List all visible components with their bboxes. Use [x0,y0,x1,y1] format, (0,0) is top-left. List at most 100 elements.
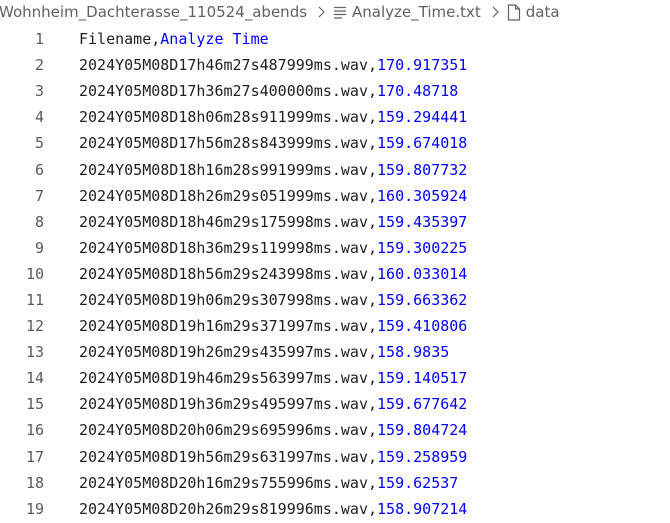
editor-line[interactable]: 19 2024Y05M08D20h26m29s819996ms.wav,158.9… [0,496,670,522]
time-value: 159.807732 [377,160,468,179]
line-number: 10 [25,264,44,283]
time-value: 159.435397 [377,212,468,231]
time-value: 170.917351 [377,56,468,75]
filename-text: 2024Y05M08D18h26m29s051999ms.wav, [79,186,378,205]
line-text: 2024Y05M08D19h16m29s371997ms.wav,159.410… [79,313,467,339]
editor-line[interactable]: 14 2024Y05M08D19h46m29s563997ms.wav,159.1… [0,365,670,391]
editor-line[interactable]: 8 2024Y05M08D18h46m29s175998ms.wav,159.43… [0,209,670,235]
line-number: 15 [25,395,44,414]
filename-text: 2024Y05M08D18h56m29s243998ms.wav, [79,264,378,283]
line-number: 14 [25,369,44,388]
line-number: 7 [34,186,44,205]
breadcrumb-symbol[interactable]: data [507,3,560,21]
document-icon [507,3,521,21]
editor-line[interactable]: 5 2024Y05M08D17h56m28s843999ms.wav,159.67… [0,130,670,156]
breadcrumb: Wohnheim_Dachterasse_110524_abends Analy… [0,0,670,24]
line-text: 2024Y05M08D19h06m29s307998ms.wav,159.663… [79,287,467,313]
line-text: 2024Y05M08D19h36m29s495997ms.wav,159.677… [79,391,467,417]
breadcrumb-file[interactable]: Analyze_Time.txt [333,3,481,21]
editor-line[interactable]: 16 2024Y05M08D20h06m29s695996ms.wav,159.8… [0,417,670,443]
filename-text: 2024Y05M08D18h36m29s119998ms.wav, [79,238,378,257]
time-value: 159.804724 [377,421,468,440]
filename-text: 2024Y05M08D19h26m29s435997ms.wav, [79,343,378,362]
line-text: 2024Y05M08D20h06m29s695996ms.wav,159.804… [79,417,467,443]
time-value: 160.033014 [377,264,468,283]
time-value: 158.9835 [377,343,450,362]
filename-text: 2024Y05M08D19h56m29s631997ms.wav, [79,447,378,466]
editor-line[interactable]: 10 2024Y05M08D18h56m29s243998ms.wav,160.0… [0,261,670,287]
editor-line[interactable]: 2 2024Y05M08D17h46m27s487999ms.wav,170.91… [0,52,670,78]
text-file-lines-icon [333,5,347,19]
filename-text: 2024Y05M08D20h06m29s695996ms.wav, [79,421,378,440]
breadcrumb-folder[interactable]: Wohnheim_Dachterasse_110524_abends [0,3,307,21]
chevron-right-icon [490,6,500,18]
editor-line[interactable]: 15 2024Y05M08D19h36m29s495997ms.wav,159.6… [0,391,670,417]
line-number: 19 [25,499,44,518]
line-number: 16 [25,421,44,440]
editor-line[interactable]: 6 2024Y05M08D18h16m28s991999ms.wav,159.80… [0,156,670,182]
line-number: 13 [25,343,44,362]
line-number: 5 [34,134,44,153]
editor-line[interactable]: 13 2024Y05M08D19h26m29s435997ms.wav,158.9… [0,339,670,365]
line-text: 2024Y05M08D18h36m29s119998ms.wav,159.300… [79,235,467,261]
line-text: 2024Y05M08D19h46m29s563997ms.wav,159.140… [79,365,467,391]
code-editor[interactable]: 1 Filename,Analyze Time 2 2024Y05M08D17h46m… [0,26,670,522]
time-value: 160.305924 [377,186,468,205]
time-value: 159.258959 [377,447,468,466]
line-number: 1 [34,30,44,49]
filename-text: 2024Y05M08D18h06m28s911999ms.wav, [79,108,378,127]
filename-text: 2024Y05M08D19h16m29s371997ms.wav, [79,317,378,336]
breadcrumb-symbol-label: data [525,3,560,21]
line-number: 3 [34,82,44,101]
time-value: 159.674018 [377,134,468,153]
line-number: 6 [34,160,44,179]
time-value: 170.48718 [377,82,459,101]
line-number: 8 [34,212,44,231]
line-text: 2024Y05M08D19h56m29s631997ms.wav,159.258… [79,444,467,470]
filename-text: 2024Y05M08D17h46m27s487999ms.wav, [79,56,378,75]
filename-text: 2024Y05M08D17h36m27s400000ms.wav, [79,82,378,101]
editor-line[interactable]: 1 Filename,Analyze Time [0,26,670,52]
line-text: 2024Y05M08D17h46m27s487999ms.wav,170.917… [79,52,467,78]
time-value: 159.62537 [377,473,459,492]
breadcrumb-file-label: Analyze_Time.txt [352,3,481,21]
line-text: 2024Y05M08D18h46m29s175998ms.wav,159.435… [79,209,467,235]
time-value: 159.410806 [377,317,468,336]
editor-line[interactable]: 17 2024Y05M08D19h56m29s631997ms.wav,159.2… [0,444,670,470]
line-number: 9 [34,238,44,257]
time-value: 158.907214 [377,499,468,518]
line-text: 2024Y05M08D20h26m29s819996ms.wav,158.907… [79,496,467,522]
line-number: 17 [25,447,44,466]
line-text: 2024Y05M08D18h26m29s051999ms.wav,160.305… [79,183,467,209]
time-value: 159.300225 [377,238,468,257]
editor-line[interactable]: 11 2024Y05M08D19h06m29s307998ms.wav,159.6… [0,287,670,313]
editor-line[interactable]: 12 2024Y05M08D19h16m29s371997ms.wav,159.4… [0,313,670,339]
time-value: Analyze Time [160,30,269,49]
time-value: 159.294441 [377,108,468,127]
editor-line[interactable]: 4 2024Y05M08D18h06m28s911999ms.wav,159.29… [0,104,670,130]
editor-line[interactable]: 3 2024Y05M08D17h36m27s400000ms.wav,170.48… [0,78,670,104]
line-number: 4 [34,108,44,127]
editor-line[interactable]: 9 2024Y05M08D18h36m29s119998ms.wav,159.30… [0,235,670,261]
filename-text: 2024Y05M08D19h06m29s307998ms.wav, [79,290,378,309]
line-text: 2024Y05M08D18h56m29s243998ms.wav,160.033… [79,261,467,287]
editor-line[interactable]: 7 2024Y05M08D18h26m29s051999ms.wav,160.30… [0,183,670,209]
time-value: 159.677642 [377,395,468,414]
line-text: 2024Y05M08D20h16m29s755996ms.wav,159.625… [79,470,458,496]
filename-text: 2024Y05M08D18h16m28s991999ms.wav, [79,160,378,179]
filename-text: 2024Y05M08D20h16m29s755996ms.wav, [79,473,378,492]
line-number: 2 [34,56,44,75]
line-text: 2024Y05M08D19h26m29s435997ms.wav,158.983… [79,339,449,365]
chevron-right-icon [316,6,326,18]
filename-text: 2024Y05M08D20h26m29s819996ms.wav, [79,499,378,518]
time-value: 159.663362 [377,290,468,309]
line-text: 2024Y05M08D18h16m28s991999ms.wav,159.807… [79,157,467,183]
line-number: 18 [25,473,44,492]
filename-text: Filename, [79,30,161,49]
editor-line[interactable]: 18 2024Y05M08D20h16m29s755996ms.wav,159.6… [0,470,670,496]
filename-text: 2024Y05M08D17h56m28s843999ms.wav, [79,134,378,153]
filename-text: 2024Y05M08D18h46m29s175998ms.wav, [79,212,378,231]
filename-text: 2024Y05M08D19h46m29s563997ms.wav, [79,369,378,388]
line-text: Filename,Analyze Time [79,26,269,52]
line-text: 2024Y05M08D17h56m28s843999ms.wav,159.674… [79,130,467,156]
